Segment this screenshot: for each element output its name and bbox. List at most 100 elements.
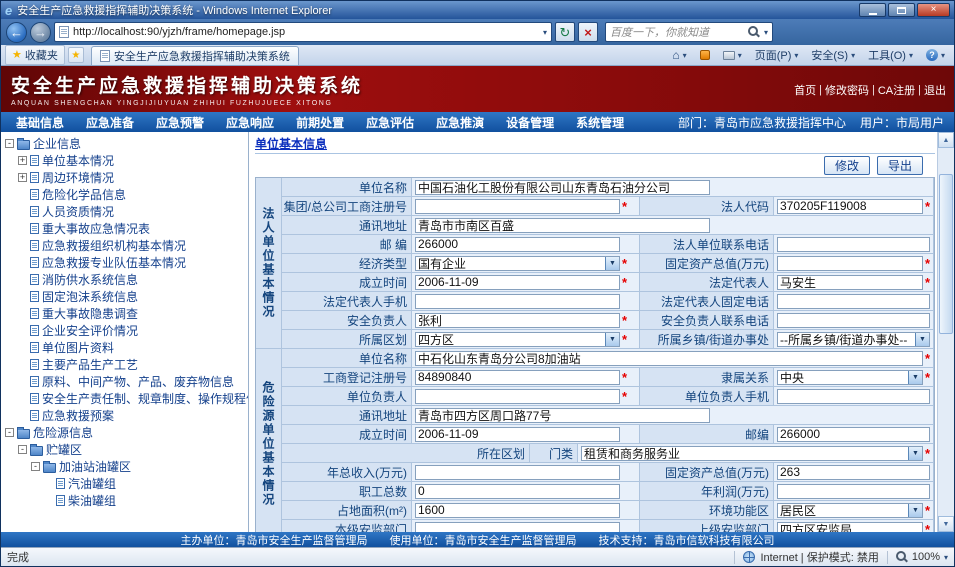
vertical-scrollbar[interactable]: ▲ ▼ xyxy=(937,132,954,532)
text-input[interactable]: 青岛市市南区百盛 xyxy=(415,218,710,233)
tree-item[interactable]: -企业信息 xyxy=(3,135,248,152)
tree-item[interactable]: 应急救援组织机构基本情况 xyxy=(3,237,248,254)
text-input[interactable]: 中石化山东青岛分公司8加油站 xyxy=(415,351,923,366)
maximize-button[interactable] xyxy=(888,3,915,17)
scroll-up-icon[interactable]: ▲ xyxy=(938,132,954,148)
browser-tab[interactable]: 安全生产应急救援指挥辅助决策系统 xyxy=(91,46,299,65)
search-input[interactable]: 百度一下，你就知道 xyxy=(610,24,744,40)
tree-item[interactable]: -加油站油罐区 xyxy=(3,458,248,475)
text-input[interactable]: 2006-11-09 xyxy=(415,427,620,442)
text-input[interactable] xyxy=(777,237,930,252)
collapse-icon[interactable]: - xyxy=(31,462,40,471)
text-input[interactable] xyxy=(415,294,620,309)
text-input[interactable]: 0 xyxy=(415,484,620,499)
nav-item-1[interactable]: 基础信息 xyxy=(5,114,75,131)
tree-item[interactable]: 主要产品生产工艺 xyxy=(3,356,248,373)
tree-item[interactable]: 应急救援专业队伍基本情况 xyxy=(3,254,248,271)
text-input[interactable] xyxy=(415,199,620,214)
minimize-button[interactable] xyxy=(859,3,886,17)
text-input[interactable]: 张利 xyxy=(415,313,620,328)
search-icon[interactable] xyxy=(748,26,760,38)
text-input[interactable]: 2006-11-09 xyxy=(415,275,620,290)
favorites-button[interactable]: ★ 收藏夹 xyxy=(5,45,65,65)
search-box[interactable]: 百度一下，你就知道 ▾ xyxy=(605,22,773,42)
nav-item-9[interactable]: 系统管理 xyxy=(565,114,635,131)
text-input[interactable]: 1600 xyxy=(415,503,620,518)
text-input[interactable] xyxy=(777,313,930,328)
collapse-icon[interactable]: - xyxy=(5,428,14,437)
back-button[interactable]: ← xyxy=(6,22,27,43)
modify-button[interactable]: 修改 xyxy=(824,156,870,175)
tree-item[interactable]: 原料、中间产物、产品、废弃物信息 xyxy=(3,373,248,390)
text-input[interactable] xyxy=(415,389,620,404)
tree-item[interactable]: 固定泡沫系统信息 xyxy=(3,288,248,305)
refresh-button[interactable]: ↻ xyxy=(555,22,575,42)
export-button[interactable]: 导出 xyxy=(877,156,923,175)
tree-item[interactable]: 重大事故隐患调查 xyxy=(3,305,248,322)
text-input[interactable] xyxy=(415,465,620,480)
nav-item-5[interactable]: 前期处置 xyxy=(285,114,355,131)
menu-button-3[interactable]: 工具(O)▾ xyxy=(865,46,916,64)
nav-item-7[interactable]: 应急推演 xyxy=(425,114,495,131)
scroll-down-icon[interactable]: ▼ xyxy=(938,516,954,532)
scrollbar-track[interactable] xyxy=(938,148,954,516)
select-input[interactable]: --所属乡镇/街道办事处--▼ xyxy=(777,332,930,347)
select-input[interactable]: 居民区▼ xyxy=(777,503,923,518)
search-dropdown-icon[interactable]: ▾ xyxy=(764,28,768,37)
nav-item-3[interactable]: 应急预警 xyxy=(145,114,215,131)
tree-item[interactable]: 汽油罐组 xyxy=(3,475,248,492)
banner-link-4[interactable]: 退出 xyxy=(924,82,946,98)
text-input[interactable]: 266000 xyxy=(415,237,620,252)
tree-item[interactable]: -危险源信息 xyxy=(3,424,248,441)
text-input[interactable]: 266000 xyxy=(777,427,930,442)
address-bar[interactable]: http://localhost:90/yjzh/frame/homepage.… xyxy=(54,22,552,42)
tree-item[interactable]: 危险化学品信息 xyxy=(3,186,248,203)
tree-item[interactable]: +单位基本情况 xyxy=(3,152,248,169)
collapse-icon[interactable]: - xyxy=(18,445,27,454)
stop-button[interactable]: × xyxy=(578,22,598,42)
text-input[interactable]: 84890840 xyxy=(415,370,620,385)
nav-item-4[interactable]: 应急响应 xyxy=(215,114,285,131)
text-input[interactable] xyxy=(777,256,923,271)
history-dropdown-icon[interactable]: ▾ xyxy=(543,28,547,37)
tree-item[interactable]: +周边环境情况 xyxy=(3,169,248,186)
select-input[interactable]: 国有企业▼ xyxy=(415,256,620,271)
text-input[interactable] xyxy=(415,522,620,533)
forward-button[interactable]: → xyxy=(30,22,51,43)
select-input[interactable]: 四方区▼ xyxy=(415,332,620,347)
tree-item[interactable]: 单位图片资料 xyxy=(3,339,248,356)
text-input[interactable] xyxy=(777,389,930,404)
url-text[interactable]: http://localhost:90/yjzh/frame/homepage.… xyxy=(73,26,539,38)
text-input[interactable]: 马安生 xyxy=(777,275,923,290)
add-favorite-button[interactable]: ★ xyxy=(68,47,84,63)
tree-item[interactable]: 企业安全评价情况 xyxy=(3,322,248,339)
menu-button-2[interactable]: 安全(S)▾ xyxy=(808,46,858,64)
text-input[interactable] xyxy=(777,484,930,499)
text-input[interactable]: 四方区安监局 xyxy=(777,522,923,533)
tree-item[interactable]: 人员资质情况 xyxy=(3,203,248,220)
banner-link-1[interactable]: 首页 xyxy=(794,82,816,98)
text-input[interactable]: 263 xyxy=(777,465,930,480)
text-input[interactable] xyxy=(777,294,930,309)
text-input[interactable]: 青岛市四方区周口路77号 xyxy=(415,408,710,423)
select-input[interactable]: 中央▼ xyxy=(777,370,923,385)
nav-item-2[interactable]: 应急准备 xyxy=(75,114,145,131)
banner-link-2[interactable]: 修改密码 xyxy=(825,82,869,98)
expand-icon[interactable]: + xyxy=(18,173,27,182)
tree-item[interactable]: 重大事故应急情况表 xyxy=(3,220,248,237)
text-input[interactable]: 370205F119008 xyxy=(777,199,923,214)
tree-item[interactable]: 消防供水系统信息 xyxy=(3,271,248,288)
print-button[interactable]: ▾ xyxy=(720,50,745,61)
nav-item-8[interactable]: 设备管理 xyxy=(495,114,565,131)
tree-item[interactable]: 柴油罐组 xyxy=(3,492,248,509)
collapse-icon[interactable]: - xyxy=(5,139,14,148)
expand-icon[interactable]: + xyxy=(18,156,27,165)
banner-link-3[interactable]: CA注册 xyxy=(878,82,915,98)
home-button[interactable]: ⌂▾ xyxy=(669,48,689,62)
menu-button-1[interactable]: 页面(P)▾ xyxy=(752,46,802,64)
zoom-control[interactable]: 100% ▾ xyxy=(896,551,948,563)
tree-item[interactable]: 安全生产责任制、规章制度、操作规程信息 xyxy=(3,390,248,407)
text-input[interactable]: 中国石油化工股份有限公司山东青岛石油分公司 xyxy=(415,180,710,195)
nav-item-6[interactable]: 应急评估 xyxy=(355,114,425,131)
feeds-button[interactable] xyxy=(697,49,713,61)
